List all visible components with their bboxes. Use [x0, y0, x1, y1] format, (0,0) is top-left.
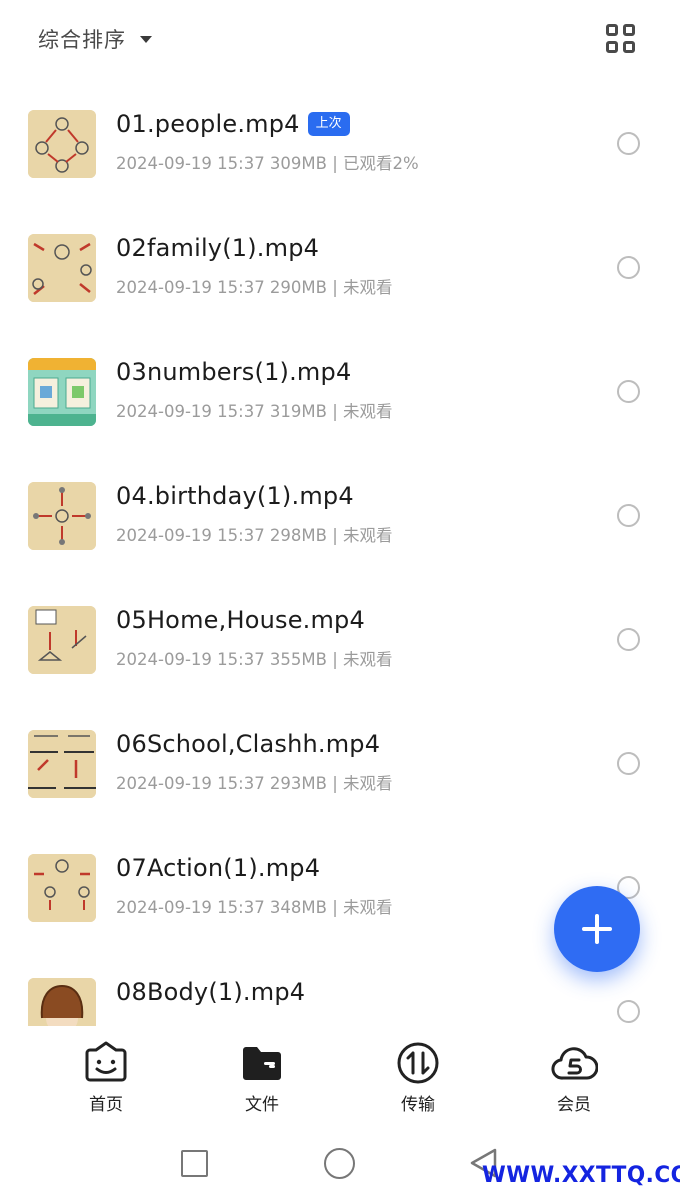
- file-title: 04.birthday(1).mp4: [116, 482, 354, 510]
- file-name: 06School,Clashh.mp4: [116, 730, 381, 758]
- select-radio[interactable]: [617, 504, 640, 527]
- select-radio[interactable]: [617, 380, 640, 403]
- file-title: 06School,Clashh.mp4: [116, 730, 380, 758]
- select-radio[interactable]: [617, 1000, 640, 1023]
- tab-transfer[interactable]: 传输: [368, 1038, 468, 1115]
- file-title: 02family(1).mp4: [116, 234, 319, 262]
- vip-cloud-icon: [551, 1047, 598, 1080]
- video-thumbnail: [28, 978, 96, 1026]
- transfer-icon: [397, 1042, 439, 1084]
- video-thumbnail: [28, 358, 96, 426]
- caret-down-icon: [140, 35, 152, 43]
- file-meta: 2024-09-19 15:37 355MB | 未观看: [116, 650, 393, 669]
- tab-vip[interactable]: 会员: [524, 1038, 624, 1115]
- select-radio[interactable]: [617, 752, 640, 775]
- file-list: 01.people.mp4 上次 2024-09-19 15:37 309MB …: [0, 82, 680, 1026]
- video-thumbnail: [28, 110, 96, 178]
- select-radio[interactable]: [617, 132, 640, 155]
- file-name: 02family(1).mp4: [116, 234, 320, 262]
- list-item[interactable]: 02family(1).mp4 2024-09-19 15:37 290MB |…: [0, 206, 680, 330]
- file-meta: 2024-09-19 15:37 319MB | 未观看: [116, 402, 393, 421]
- file-name: 05Home,House.mp4: [116, 606, 365, 634]
- plus-icon: [582, 914, 612, 944]
- sort-dropdown[interactable]: 综合排序: [38, 24, 152, 54]
- smiley-home-icon: [85, 1041, 127, 1082]
- file-meta: 2024-09-19 15:37 348MB | 未观看: [116, 898, 393, 917]
- file-title: 01.people.mp4 上次: [116, 110, 350, 138]
- home-nav-icon[interactable]: [324, 1148, 355, 1179]
- file-name: 04.birthday(1).mp4: [116, 482, 354, 510]
- grid-view-icon[interactable]: [606, 24, 636, 54]
- add-button[interactable]: [554, 886, 640, 972]
- list-item[interactable]: 05Home,House.mp4 2024-09-19 15:37 355MB …: [0, 578, 680, 702]
- tab-transfer-label: 传输: [401, 1095, 435, 1115]
- video-thumbnail: [28, 482, 96, 550]
- file-title: 05Home,House.mp4: [116, 606, 365, 634]
- tab-files-label: 文件: [245, 1095, 279, 1115]
- file-name: 03numbers(1).mp4: [116, 358, 352, 386]
- file-meta: 2024-09-19 15:37 309MB | 已观看2%: [116, 154, 419, 173]
- file-title: 07Action(1).mp4: [116, 854, 320, 882]
- tab-home[interactable]: 首页: [56, 1038, 156, 1115]
- file-meta: 2024-09-19 15:37 290MB | 未观看: [116, 278, 393, 297]
- recent-apps-icon[interactable]: [181, 1150, 208, 1177]
- watermark: WWW.XXTTQ.COM: [482, 1163, 680, 1188]
- file-title: 08Body(1).mp4: [116, 978, 305, 1006]
- list-item[interactable]: 03numbers(1).mp4 2024-09-19 15:37 319MB …: [0, 330, 680, 454]
- tab-files[interactable]: 文件: [212, 1038, 312, 1115]
- list-item[interactable]: 01.people.mp4 上次 2024-09-19 15:37 309MB …: [0, 82, 680, 206]
- bottom-tab-bar: 首页 文件 传输 会员: [0, 1026, 680, 1130]
- video-thumbnail: [28, 730, 96, 798]
- tab-home-label: 首页: [89, 1095, 123, 1115]
- tab-vip-label: 会员: [557, 1095, 591, 1115]
- list-item[interactable]: 06School,Clashh.mp4 2024-09-19 15:37 293…: [0, 702, 680, 826]
- file-name: 01.people.mp4: [116, 110, 300, 138]
- sort-label: 综合排序: [38, 28, 126, 52]
- folder-icon: [243, 1047, 281, 1080]
- video-thumbnail: [28, 854, 96, 922]
- select-radio[interactable]: [617, 628, 640, 651]
- video-thumbnail: [28, 234, 96, 302]
- file-title: 03numbers(1).mp4: [116, 358, 351, 386]
- select-radio[interactable]: [617, 256, 640, 279]
- file-meta: 2024-09-19 15:37 293MB | 未观看: [116, 774, 393, 793]
- last-watched-badge: 上次: [307, 112, 350, 136]
- video-thumbnail: [28, 606, 96, 674]
- top-bar: 综合排序: [0, 0, 680, 78]
- list-item[interactable]: 04.birthday(1).mp4 2024-09-19 15:37 298M…: [0, 454, 680, 578]
- file-meta: 2024-09-19 15:37 298MB | 未观看: [116, 526, 393, 545]
- file-name: 07Action(1).mp4: [116, 854, 321, 882]
- file-name: 08Body(1).mp4: [116, 978, 306, 1006]
